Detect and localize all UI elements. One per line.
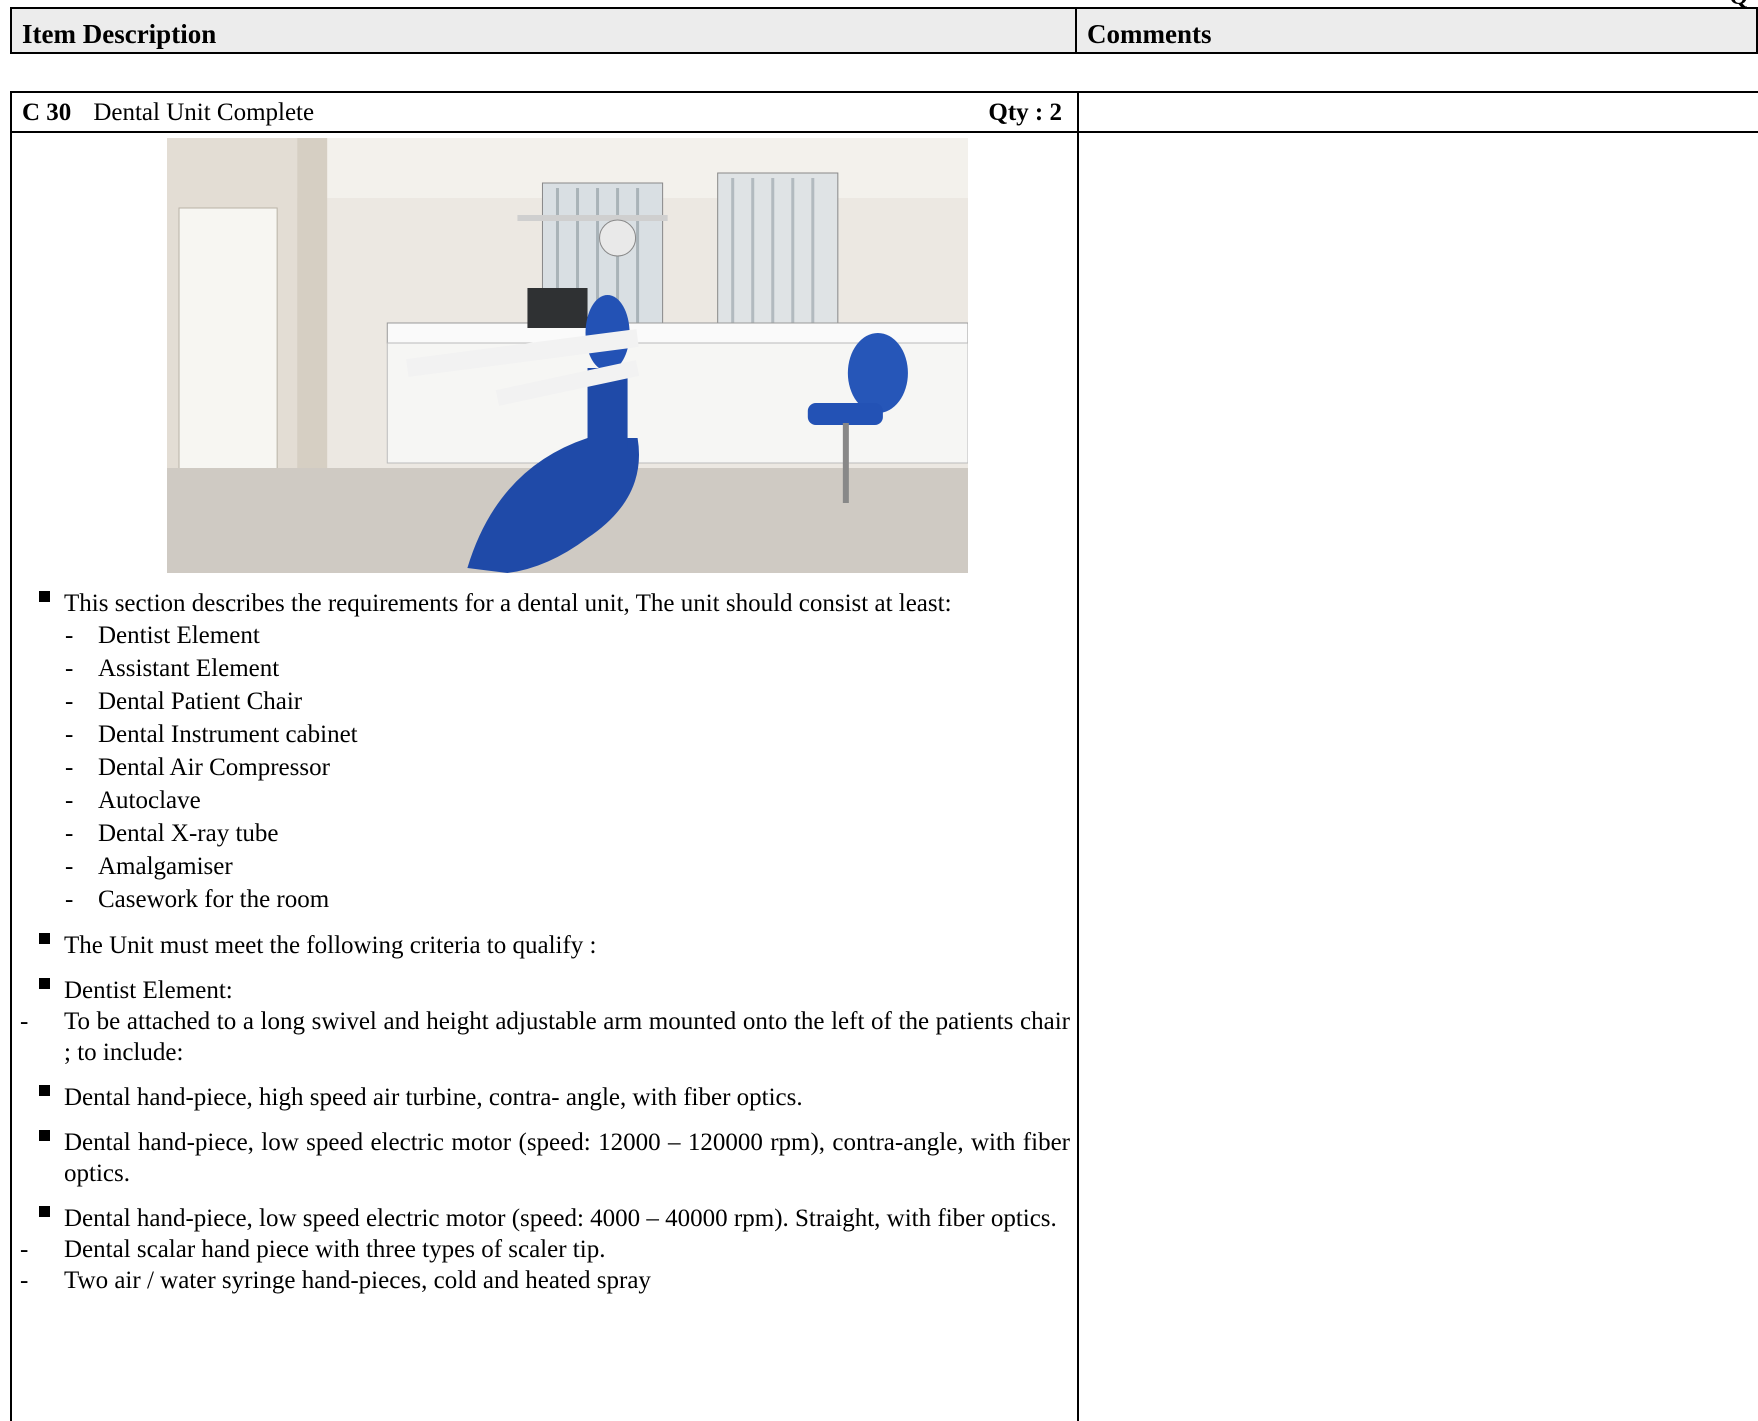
row-divider bbox=[12, 131, 1758, 133]
list-item: Dental X-ray tube bbox=[20, 817, 1070, 850]
column-divider bbox=[1077, 93, 1079, 1421]
scaler-item: Dental scalar hand piece with three type… bbox=[20, 1234, 1070, 1265]
list-item: Dentist Element bbox=[20, 619, 1070, 652]
list-item: Dental Instrument cabinet bbox=[20, 718, 1070, 751]
item-title-row: C 30 Dental Unit Complete Qty : 2 bbox=[22, 99, 1062, 127]
criteria-paragraph: The Unit must meet the following criteri… bbox=[20, 930, 1070, 961]
cut-off-text: Q bbox=[1729, 0, 1748, 11]
intro-paragraph: This section describes the requirements … bbox=[20, 588, 1070, 619]
list-item: Dental Air Compressor bbox=[20, 751, 1070, 784]
syringe-item: Two air / water syringe hand-pieces, col… bbox=[20, 1265, 1070, 1296]
list-item: Casework for the room bbox=[20, 883, 1070, 916]
handpiece-item: Dental hand-piece, high speed air turbin… bbox=[20, 1082, 1070, 1113]
list-item: Autoclave bbox=[20, 784, 1070, 817]
item-description-header: Item Description bbox=[12, 9, 1077, 52]
dental-room-photo bbox=[167, 138, 968, 573]
handpiece-item: Dental hand-piece, low speed electric mo… bbox=[20, 1203, 1070, 1234]
comments-header: Comments bbox=[1087, 19, 1212, 49]
dentist-element-heading: Dentist Element: bbox=[20, 975, 1070, 1006]
list-item: Amalgamiser bbox=[20, 850, 1070, 883]
table-header: Item Description Comments bbox=[10, 7, 1758, 54]
list-item: Assistant Element bbox=[20, 652, 1070, 685]
item-table: C 30 Dental Unit Complete Qty : 2 This s… bbox=[10, 91, 1758, 1421]
item-name: Dental Unit Complete bbox=[93, 99, 315, 126]
handpiece-item: Dental hand-piece, low speed electric mo… bbox=[20, 1127, 1070, 1189]
item-specification: This section describes the requirements … bbox=[20, 588, 1070, 1296]
arm-note: To be attached to a long swivel and heig… bbox=[20, 1006, 1070, 1068]
list-item: Dental Patient Chair bbox=[20, 685, 1070, 718]
item-code: C 30 bbox=[22, 99, 72, 126]
item-qty: Qty : 2 bbox=[988, 99, 1062, 126]
